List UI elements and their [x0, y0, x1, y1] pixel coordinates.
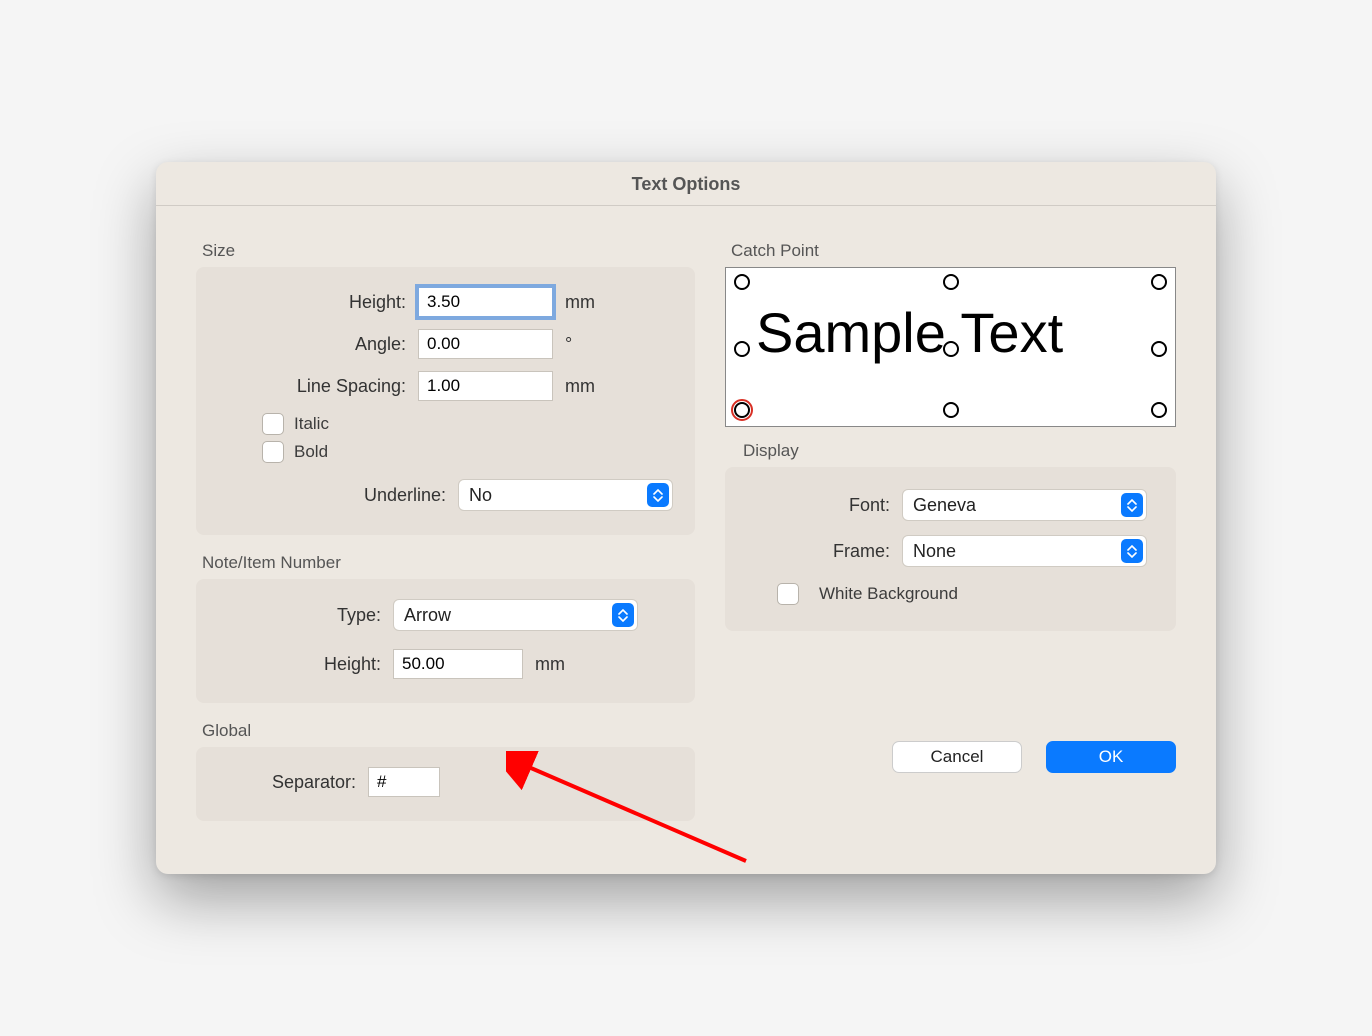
catch-point-middle-right[interactable]	[1151, 341, 1167, 357]
separator-input[interactable]	[368, 767, 440, 797]
frame-select[interactable]: None	[902, 535, 1147, 567]
chevron-up-down-icon	[1121, 539, 1143, 563]
angle-unit: °	[565, 334, 601, 355]
catch-point-area: Sample Text	[725, 267, 1176, 427]
italic-label: Italic	[294, 414, 329, 434]
frame-value: None	[913, 541, 1121, 562]
catch-point-top-left[interactable]	[734, 274, 750, 290]
chevron-up-down-icon	[647, 483, 669, 507]
font-label: Font:	[747, 495, 902, 516]
height-label: Height:	[218, 292, 418, 313]
dialog-title: Text Options	[156, 162, 1216, 206]
catch-point-label: Catch Point	[725, 241, 1176, 261]
catch-point-middle-center[interactable]	[943, 341, 959, 357]
font-select[interactable]: Geneva	[902, 489, 1147, 521]
note-type-select[interactable]: Arrow	[393, 599, 638, 631]
note-height-unit: mm	[535, 654, 571, 675]
global-group-label: Global	[196, 721, 695, 741]
cancel-button[interactable]: Cancel	[892, 741, 1022, 773]
bold-checkbox[interactable]	[262, 441, 284, 463]
catch-point-middle-left[interactable]	[734, 341, 750, 357]
note-type-value: Arrow	[404, 605, 612, 626]
underline-label: Underline:	[218, 485, 458, 506]
ok-button[interactable]: OK	[1046, 741, 1176, 773]
size-group: Height: mm Angle: ° Line Spacing: mm Ita…	[196, 267, 695, 535]
sample-text: Sample Text	[756, 305, 1063, 361]
text-options-dialog: Text Options Size Height: mm Angle: ° Li…	[156, 162, 1216, 874]
dialog-footer: Cancel OK	[725, 741, 1176, 773]
white-background-checkbox[interactable]	[777, 583, 799, 605]
italic-checkbox[interactable]	[262, 413, 284, 435]
display-group: Font: Geneva Frame: None	[725, 467, 1176, 631]
global-group: Separator:	[196, 747, 695, 821]
angle-label: Angle:	[218, 334, 418, 355]
display-group-label: Display	[725, 441, 1176, 461]
font-value: Geneva	[913, 495, 1121, 516]
white-background-label: White Background	[819, 584, 958, 604]
catch-point-top-center[interactable]	[943, 274, 959, 290]
note-group: Type: Arrow Height: mm	[196, 579, 695, 703]
angle-input[interactable]	[418, 329, 553, 359]
line-spacing-unit: mm	[565, 376, 601, 397]
size-group-label: Size	[196, 241, 695, 261]
note-height-label: Height:	[218, 654, 393, 675]
chevron-up-down-icon	[612, 603, 634, 627]
frame-label: Frame:	[747, 541, 902, 562]
line-spacing-input[interactable]	[418, 371, 553, 401]
catch-point-bottom-left[interactable]	[734, 402, 750, 418]
catch-point-bottom-right[interactable]	[1151, 402, 1167, 418]
left-column: Size Height: mm Angle: ° Line Spacing: m…	[196, 241, 695, 839]
underline-value: No	[469, 485, 647, 506]
separator-label: Separator:	[218, 772, 368, 793]
underline-select[interactable]: No	[458, 479, 673, 511]
height-input[interactable]	[418, 287, 553, 317]
chevron-up-down-icon	[1121, 493, 1143, 517]
catch-point-bottom-center[interactable]	[943, 402, 959, 418]
right-column: Catch Point Sample Text Display Font: Ge…	[725, 241, 1176, 839]
line-spacing-label: Line Spacing:	[218, 376, 418, 397]
note-type-label: Type:	[218, 605, 393, 626]
bold-label: Bold	[294, 442, 328, 462]
catch-point-top-right[interactable]	[1151, 274, 1167, 290]
note-height-input[interactable]	[393, 649, 523, 679]
height-unit: mm	[565, 292, 601, 313]
note-group-label: Note/Item Number	[196, 553, 695, 573]
